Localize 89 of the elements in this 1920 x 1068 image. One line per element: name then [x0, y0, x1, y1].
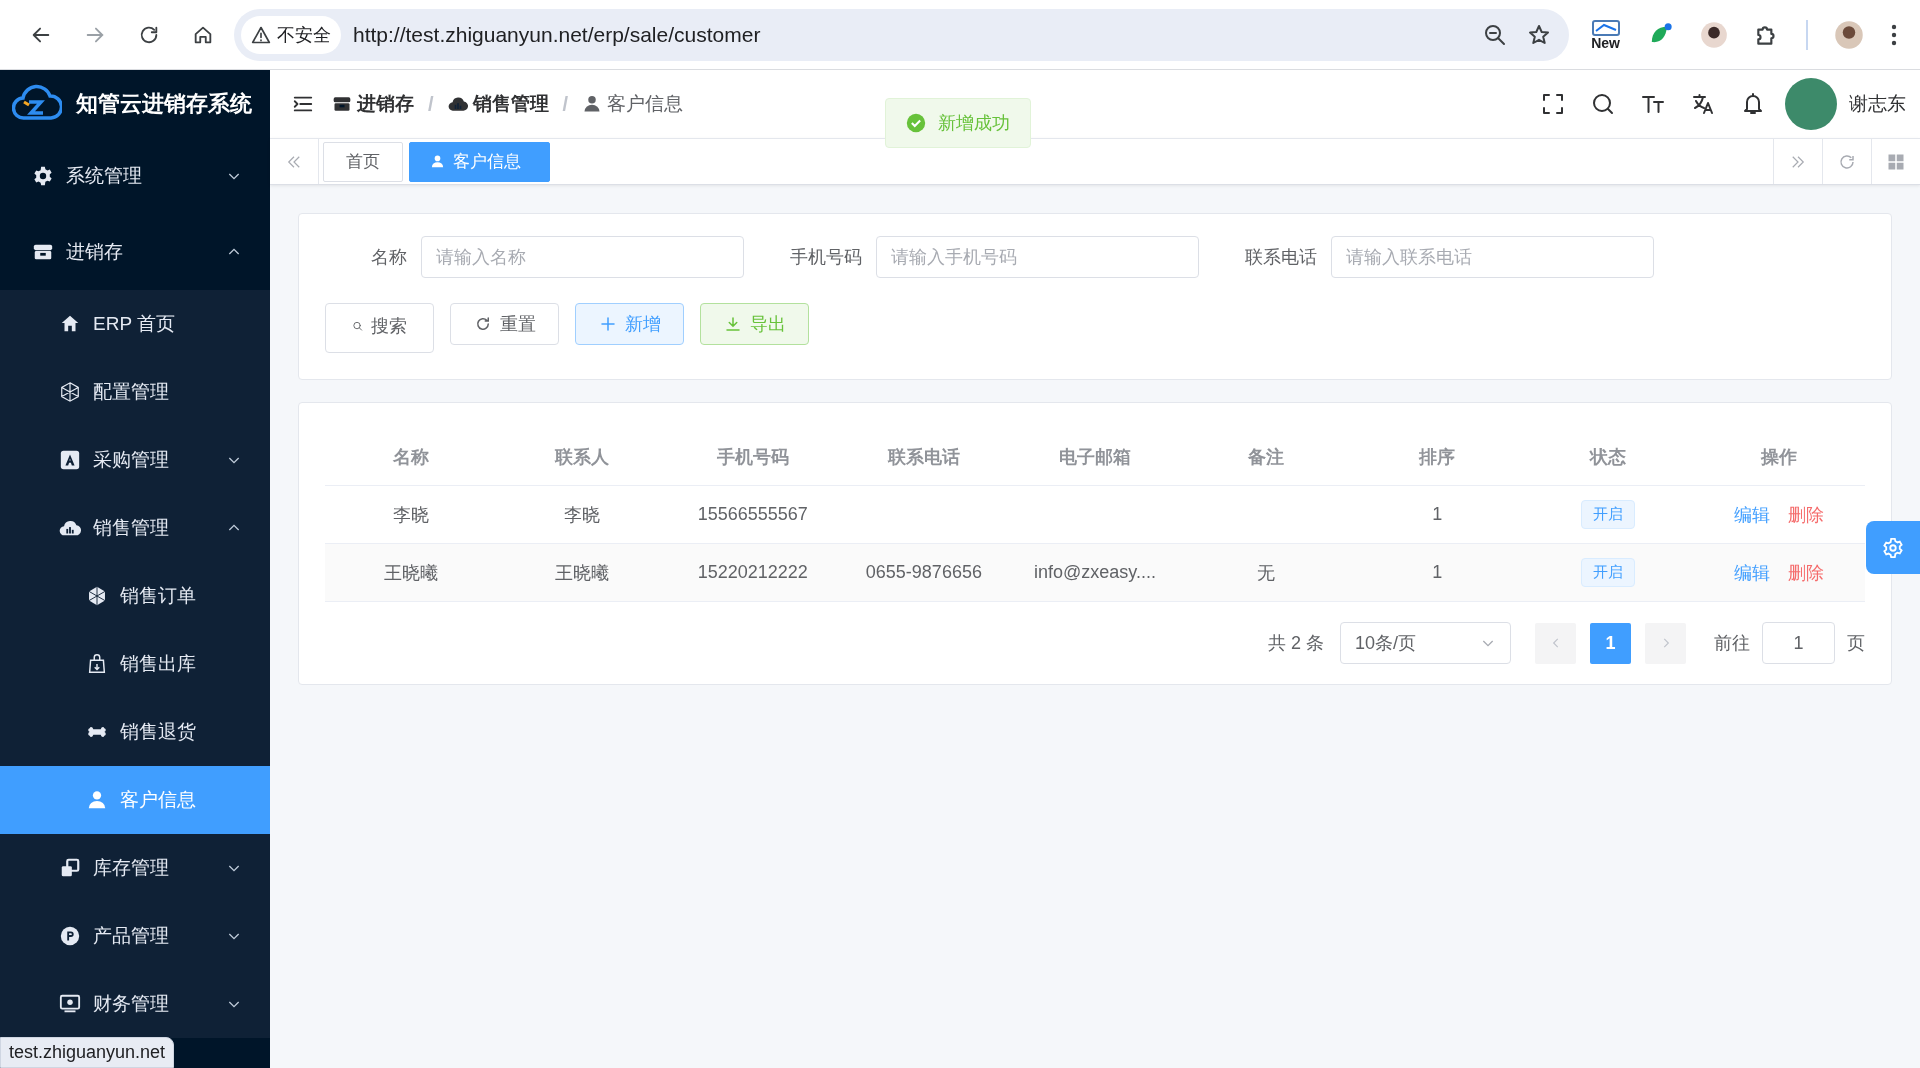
column-header: 手机号码: [716, 447, 789, 467]
input-field[interactable]: 请输入手机号码: [876, 236, 1199, 278]
menu-item[interactable]: 销售订单: [0, 562, 270, 630]
letter-p-icon: [59, 925, 81, 947]
status-tag: 开启: [1581, 500, 1636, 529]
breadcrumb-item[interactable]: 进销存: [332, 91, 414, 117]
column-header: 名称: [392, 447, 429, 467]
page-suffix: 页: [1847, 632, 1865, 655]
menu-item[interactable]: 财务管理: [0, 970, 270, 1038]
boxes-icon: [59, 857, 81, 879]
menu-item[interactable]: 进销存: [0, 214, 270, 290]
window-icon: [1591, 19, 1620, 36]
menu-item[interactable]: 产品管理: [0, 902, 270, 970]
menu-item[interactable]: 销售退货: [0, 698, 270, 766]
input-field[interactable]: 请输入名称: [421, 236, 744, 278]
sort-number: 1: [1432, 504, 1443, 524]
check-circle-icon: [906, 113, 926, 133]
settings-icon: [1882, 536, 1904, 559]
user-name[interactable]: 谢志东: [1849, 91, 1906, 117]
extension-button[interactable]: New: [1591, 19, 1620, 50]
hexagon-icon: [59, 381, 81, 403]
translate-icon[interactable]: [1691, 92, 1715, 116]
breadcrumb-item: 客户信息: [582, 91, 684, 117]
breadcrumb-separator: /: [562, 92, 569, 116]
avatar-icon[interactable]: [1700, 20, 1728, 49]
reset-button[interactable]: 重置: [450, 303, 559, 345]
column-header: 备注: [1248, 447, 1285, 467]
menu-item[interactable]: 库存管理: [0, 834, 270, 902]
field-label: 手机号码: [789, 246, 862, 269]
address-bar[interactable]: 不安全 http://test.zhiguanyun.net/erp/sale/customer: [234, 8, 1570, 61]
sort-number: 1: [1432, 562, 1443, 582]
search-icon[interactable]: [1591, 92, 1615, 116]
column-header: 状态: [1590, 447, 1627, 467]
user-avatar[interactable]: [1785, 78, 1837, 130]
customer-name: 李晓: [392, 504, 429, 525]
mobile-number: 15566555567: [697, 504, 808, 524]
column-header: 操作: [1761, 447, 1798, 467]
column-header: 联系人: [554, 447, 609, 467]
column-header: 联系电话: [887, 447, 960, 467]
menu-item[interactable]: 配置管理: [0, 358, 270, 426]
settings-button[interactable]: [1866, 521, 1920, 574]
menu-dots-icon[interactable]: [1890, 22, 1898, 47]
remark-text: 无: [1257, 562, 1276, 583]
contact-name: 李晓: [563, 504, 600, 525]
success-toast: 新增成功: [885, 98, 1031, 148]
monitor-icon: [59, 993, 81, 1015]
status-url-tooltip: test.zhiguanyun.net: [0, 1037, 175, 1068]
menu-item[interactable]: 系统管理: [0, 138, 270, 214]
breadcrumb-separator: /: [428, 92, 434, 116]
email-text: info@zxeasy....: [1034, 562, 1156, 582]
input-field[interactable]: 请输入联系电话: [1331, 236, 1654, 278]
letter-a-icon: [59, 449, 81, 471]
column-header: 排序: [1419, 447, 1456, 467]
bell-icon[interactable]: [1741, 92, 1765, 116]
star-icon[interactable]: [1527, 22, 1552, 47]
field-label: 联系电话: [1244, 246, 1317, 269]
menu-item[interactable]: 采购管理: [0, 426, 270, 494]
column-header: 电子邮箱: [1059, 447, 1131, 467]
menu-item[interactable]: ERP 首页: [0, 290, 270, 358]
goto-page-field[interactable]: 1: [1762, 622, 1835, 664]
phone-number: 0655-9876656: [865, 562, 982, 582]
page-tab[interactable]: 首页: [323, 141, 403, 182]
mobile-number: 15220212222: [697, 562, 808, 582]
field-label: 名称: [370, 246, 407, 269]
breadcrumb-item[interactable]: 销售管理: [447, 91, 549, 117]
store-icon: [332, 94, 352, 114]
customer-name: 王晓曦: [383, 562, 438, 583]
avatar-icon[interactable]: [1834, 19, 1864, 50]
url-text: http://test.zhiguanyun.net/erp/sale/customer: [353, 22, 762, 47]
security-chip[interactable]: 不安全: [241, 15, 341, 54]
app-title: 知管云进销存系统: [76, 90, 252, 118]
goto-label: 前往: [1714, 632, 1750, 655]
fullscreen-icon[interactable]: [1541, 92, 1565, 116]
plus-icon: [598, 315, 617, 333]
polyhedron-icon: [86, 585, 108, 607]
page-size-select[interactable]: 10条/页: [1340, 622, 1511, 664]
menu-item[interactable]: 销售管理: [0, 494, 270, 562]
search-button[interactable]: 搜索: [325, 303, 434, 353]
total-count: 共 2 条: [1268, 632, 1324, 655]
user-icon: [86, 789, 108, 811]
status-tag: 开启: [1581, 558, 1636, 587]
bag-icon: [86, 653, 108, 675]
gear-icon: [32, 165, 54, 187]
download-icon: [723, 315, 742, 333]
user-icon: [430, 154, 445, 169]
menu-item[interactable]: 销售出库: [0, 630, 270, 698]
contact-name: 王晓曦: [554, 562, 609, 583]
zoom-out-icon[interactable]: [1483, 22, 1508, 47]
warning-icon: [251, 24, 271, 45]
